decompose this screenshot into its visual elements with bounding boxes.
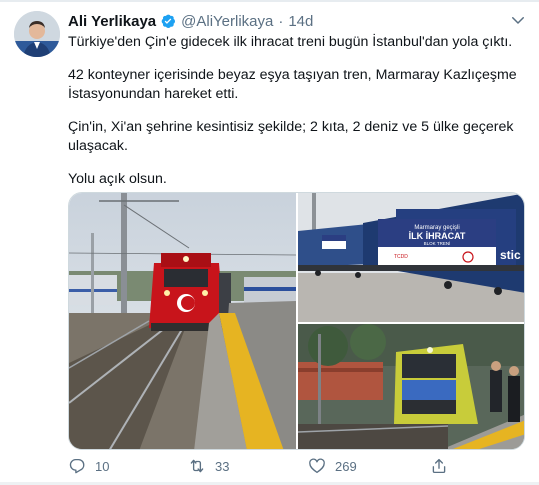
retweet-count: 33	[215, 458, 230, 474]
photo-station-train[interactable]	[298, 324, 524, 449]
author-name[interactable]: Ali Yerlikaya	[68, 13, 156, 30]
tweet-text-line: Türkiye'den Çin'e gidecek ilk ihracat tr…	[68, 34, 513, 50]
reply-icon	[69, 458, 85, 474]
tweet-text-line: ulaşacak.	[68, 138, 128, 154]
banner-title: İLK İHRACAT	[409, 231, 466, 241]
like-button[interactable]: 269	[308, 452, 357, 480]
tweet-header: Ali Yerlikaya @AliYerlikaya · 14d	[68, 11, 313, 31]
share-button[interactable]	[430, 452, 457, 480]
verified-icon	[160, 13, 176, 29]
timestamp[interactable]: 14d	[288, 13, 313, 30]
like-count: 269	[335, 458, 357, 474]
tweet-text-line: Yolu açık olsun.	[68, 171, 167, 187]
tweet-text-line: Çin'in, Xi'an şehrine kesintisiz şekilde…	[68, 119, 514, 135]
banner-subtitle: BLOK TRENİ	[424, 240, 451, 246]
share-icon	[432, 458, 446, 474]
author-handle[interactable]: @AliYerlikaya	[181, 13, 273, 30]
banner-logo: TCDD	[394, 254, 408, 260]
retweet-icon	[190, 459, 204, 473]
container-text: stic	[500, 248, 521, 262]
media-grid: Marmaray geçişli İLK İHRACAT BLOK TRENİ …	[68, 192, 525, 450]
reply-button[interactable]: 10	[68, 452, 109, 480]
photo-locomotive[interactable]	[69, 193, 296, 449]
tweet-text-line: İstasyonundan hareket etti.	[68, 86, 239, 102]
avatar[interactable]	[14, 11, 60, 57]
top-divider	[0, 0, 539, 2]
retweet-button[interactable]: 33	[188, 452, 229, 480]
photo-banner-train[interactable]: Marmaray geçişli İLK İHRACAT BLOK TRENİ …	[298, 193, 524, 322]
tweet-text-line: 42 konteyner içerisinde beyaz eşya taşıy…	[68, 67, 517, 83]
action-bar: 10 33 269	[68, 452, 528, 480]
reply-count: 10	[95, 458, 110, 474]
separator-dot: ·	[278, 12, 284, 30]
like-icon	[309, 458, 325, 474]
chevron-down-icon[interactable]	[509, 11, 527, 29]
